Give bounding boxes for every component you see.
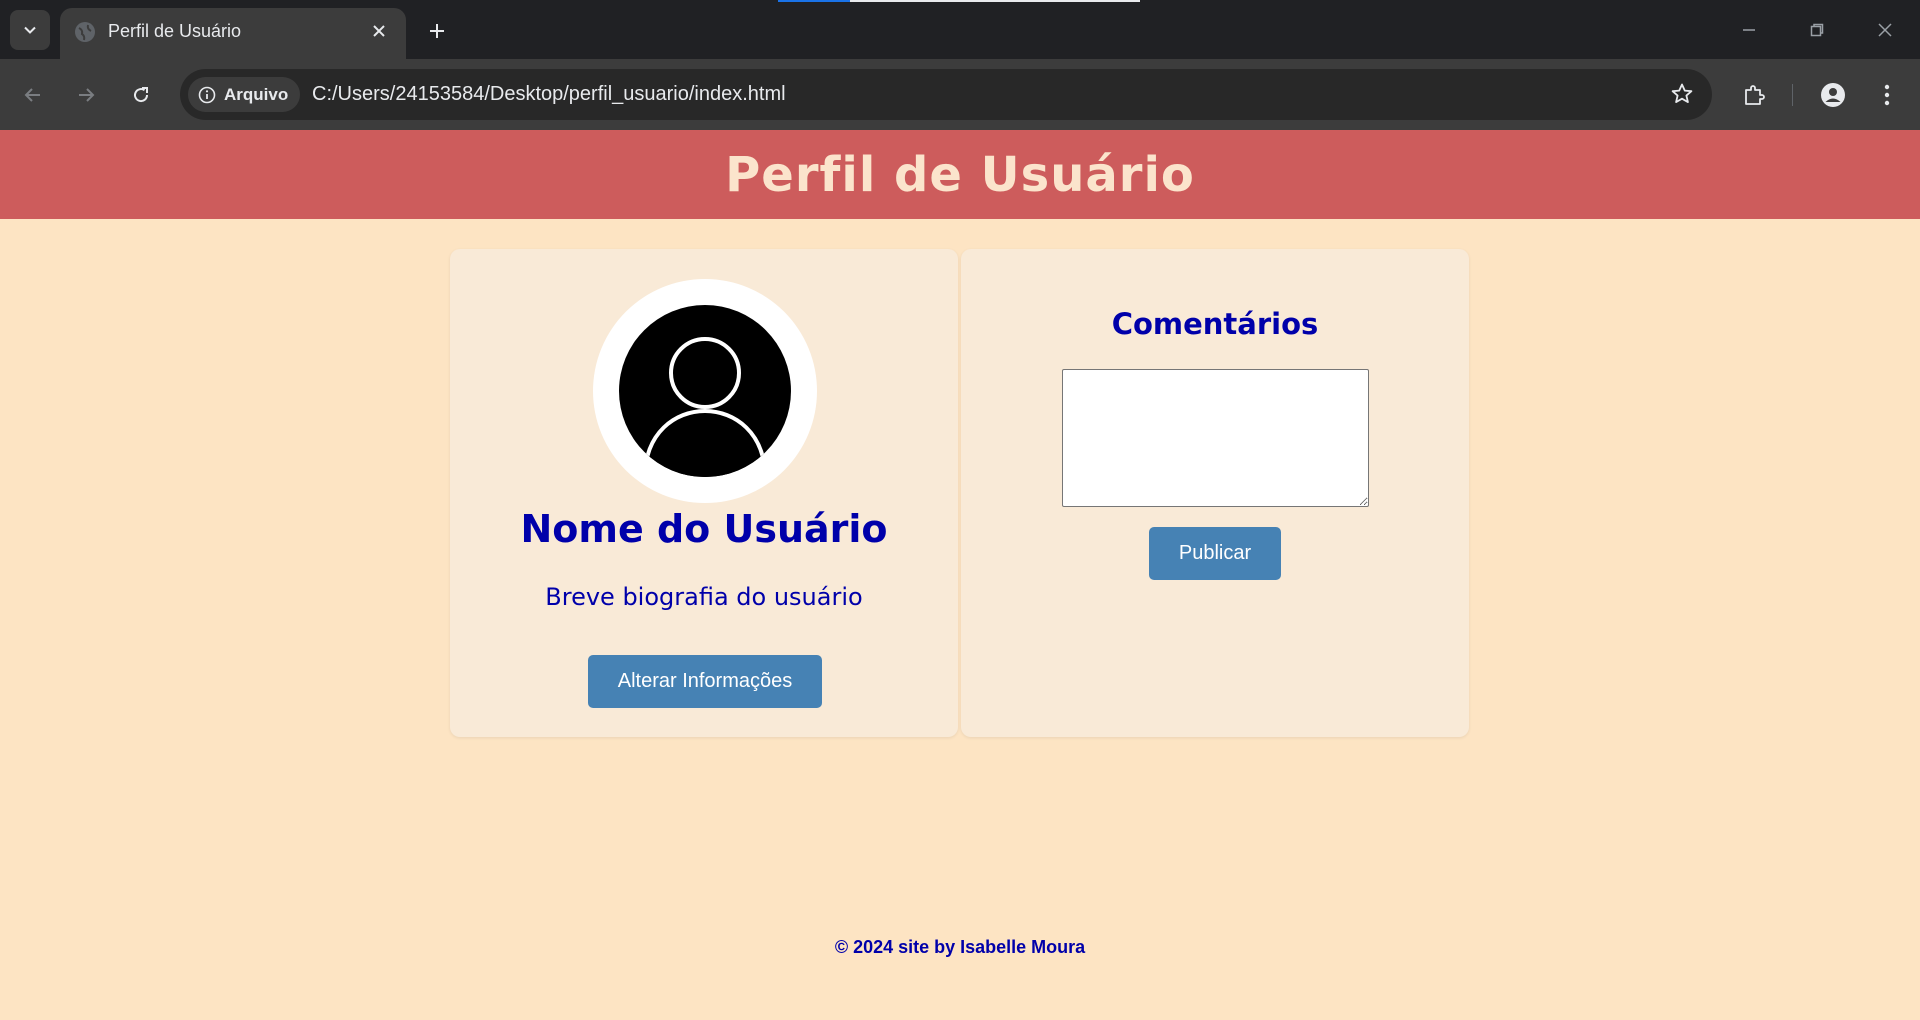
tab-title: Perfil de Usuário [108, 21, 242, 41]
edit-info-button[interactable]: Alterar Informações [588, 655, 822, 708]
info-icon [198, 86, 216, 103]
minimize-icon [1743, 29, 1755, 31]
loading-indicator-track [850, 0, 1140, 2]
extensions-button[interactable] [1736, 77, 1772, 113]
profile-card: Nome do Usuário Breve biografia do usuár… [450, 249, 958, 737]
site-info-chip[interactable]: Arquivo [188, 77, 300, 112]
comments-card: Comentários Publicar [961, 249, 1469, 737]
restore-button[interactable] [1797, 14, 1837, 46]
close-icon [1878, 23, 1892, 37]
site-info-label: Arquivo [224, 84, 289, 104]
menu-button[interactable] [1869, 77, 1905, 113]
browser-tab-bar: Perfil de Usuário [0, 0, 1920, 59]
url-text[interactable]: C:/Users/24153584/Desktop/perfil_usuario… [312, 83, 786, 106]
reload-icon [134, 87, 149, 103]
restore-icon [1810, 23, 1824, 37]
browser-toolbar: Arquivo C:/Users/24153584/Desktop/perfil… [0, 59, 1920, 130]
tab-search-button[interactable] [10, 10, 50, 50]
back-button[interactable] [15, 77, 51, 113]
close-window-button[interactable] [1865, 14, 1905, 46]
bookmark-button[interactable] [1670, 82, 1694, 110]
toolbar-separator [1792, 84, 1793, 106]
avatar [593, 279, 817, 503]
reload-button[interactable] [123, 77, 159, 113]
profile-button[interactable] [1815, 77, 1851, 113]
user-name: Nome do Usuário [520, 507, 888, 551]
arrow-right-icon [79, 88, 95, 102]
address-bar[interactable]: Arquivo C:/Users/24153584/Desktop/perfil… [180, 69, 1712, 120]
comment-input[interactable] [1062, 369, 1369, 507]
user-bio: Breve biografia do usuário [545, 583, 863, 611]
chevron-down-icon [24, 26, 36, 34]
forward-button[interactable] [68, 77, 104, 113]
comments-title: Comentários [1111, 307, 1319, 341]
new-tab-button[interactable] [421, 15, 453, 47]
close-icon [373, 25, 385, 37]
plus-icon [430, 24, 444, 38]
arrow-left-icon [24, 88, 40, 102]
minimize-button[interactable] [1729, 14, 1769, 46]
footer-credit: © 2024 site by Isabelle Moura [834, 937, 1086, 957]
tab-close-button[interactable] [368, 20, 390, 42]
star-icon [1671, 83, 1693, 103]
browser-tab[interactable]: Perfil de Usuário [60, 8, 406, 59]
puzzle-icon [1745, 85, 1765, 105]
avatar-icon [1821, 83, 1845, 107]
page-title: Perfil de Usuário [725, 146, 1195, 203]
loading-indicator [778, 0, 850, 2]
globe-icon [75, 22, 95, 42]
more-vertical-icon [1884, 84, 1890, 106]
publish-button[interactable]: Publicar [1149, 527, 1281, 580]
user-avatar-icon [619, 305, 791, 477]
page-header: Perfil de Usuário [0, 130, 1920, 219]
